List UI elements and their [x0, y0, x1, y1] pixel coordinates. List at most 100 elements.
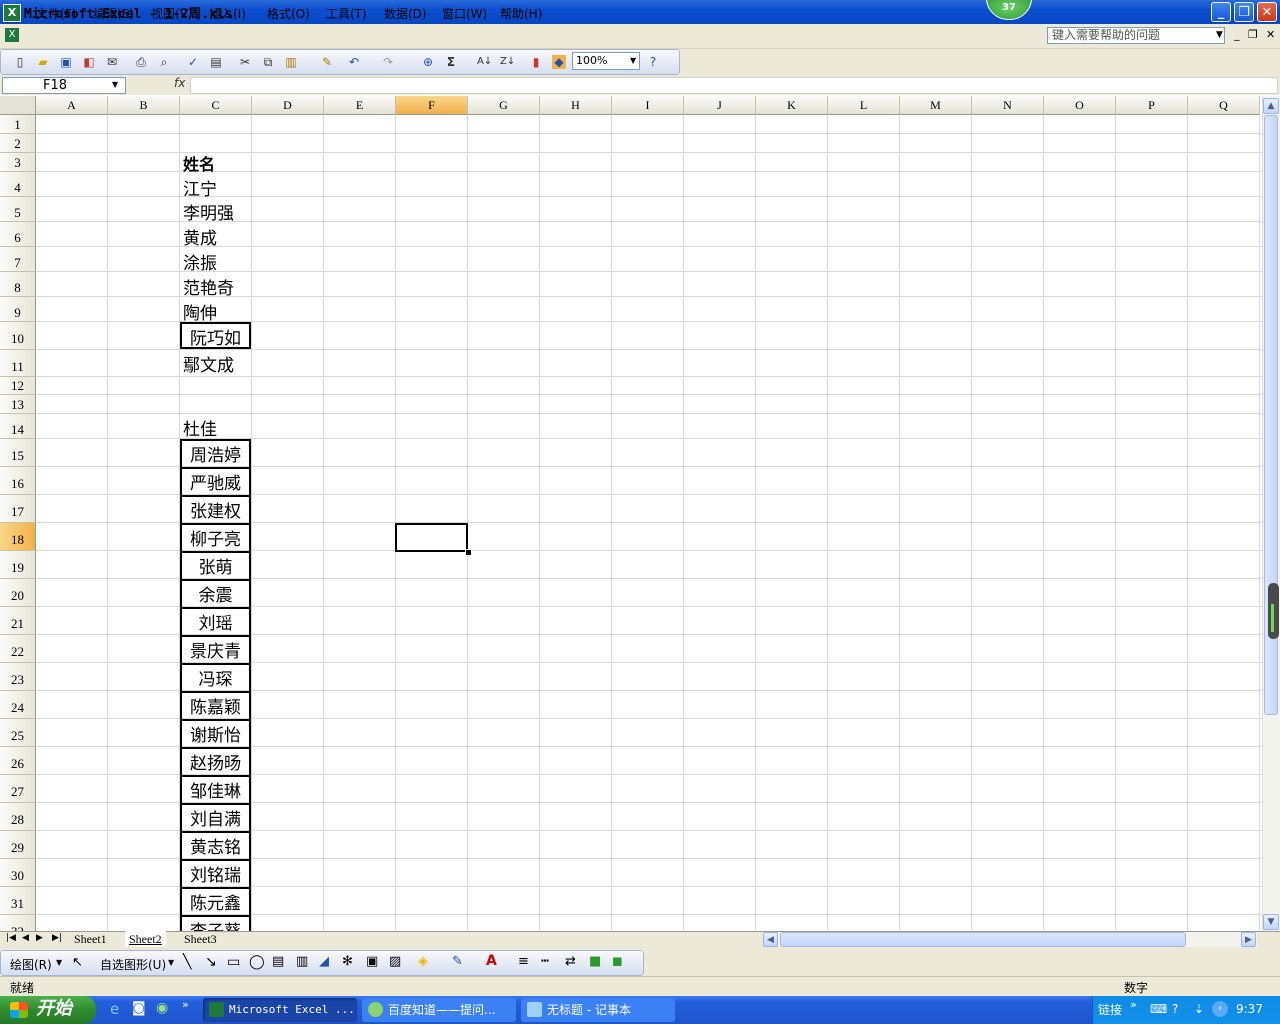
row-header-32[interactable]: 32	[0, 915, 36, 931]
quicklaunch-icon[interactable]: ◙	[132, 1000, 146, 1016]
row-header-28[interactable]: 28	[0, 803, 36, 831]
cell-c11[interactable]: 鄢文成	[180, 351, 251, 373]
cell-c23[interactable]: 冯琛	[180, 663, 251, 693]
row-header-23[interactable]: 23	[0, 663, 36, 691]
row-header-29[interactable]: 29	[0, 831, 36, 859]
drawing-toggle-icon[interactable]: ◆	[552, 55, 566, 69]
column-header-d[interactable]: D	[252, 96, 324, 115]
zoom-dropdown-icon[interactable]: ▼	[630, 56, 636, 65]
save-icon[interactable]: ▣	[59, 55, 73, 69]
cell-c16[interactable]: 严驰威	[180, 467, 251, 497]
permission-icon[interactable]: ◧	[82, 55, 96, 69]
rectangle-icon[interactable]: ▭	[227, 954, 240, 970]
cell-c28[interactable]: 刘自满	[180, 803, 251, 833]
last-sheet-icon[interactable]: ▶|	[52, 933, 62, 943]
autoshapes-dropdown-icon[interactable]: ▼	[168, 958, 174, 967]
cut-icon[interactable]: ✂	[238, 55, 252, 69]
draw-dropdown-icon[interactable]: ▼	[56, 958, 62, 967]
row-header-31[interactable]: 31	[0, 887, 36, 915]
line-color-icon[interactable]: ✎	[452, 954, 463, 969]
wordart-icon[interactable]: ◢	[319, 954, 329, 969]
column-header-a[interactable]: A	[36, 96, 108, 115]
menu-insert[interactable]: 插入(I)	[209, 5, 246, 22]
copy-icon[interactable]: ⧉	[261, 55, 275, 69]
doc-restore-button[interactable]: ❐	[1248, 28, 1258, 41]
cell-c8[interactable]: 范艳奇	[180, 274, 251, 296]
oval-icon[interactable]: ◯	[249, 954, 265, 970]
worksheet-grid[interactable]: ABCDEFGHIJKLMNOPQ 1 2 3 4 5 6 7 8 9 10 11 12 13 14 15 1…	[0, 96, 1262, 931]
workbook-icon[interactable]: X	[5, 28, 19, 42]
cell-c19[interactable]: 张萌	[180, 551, 251, 581]
chart-wizard-icon[interactable]: ▮	[529, 55, 543, 69]
doc-close-button[interactable]: ✕	[1266, 28, 1275, 41]
first-sheet-icon[interactable]: |◀	[6, 933, 16, 943]
cell-c10[interactable]: 阮巧如	[180, 322, 251, 349]
fill-color-icon[interactable]: ◈	[418, 954, 428, 969]
row-header-1[interactable]: 1	[0, 115, 36, 134]
arrow-icon[interactable]: ↘	[205, 954, 217, 970]
cell-c22[interactable]: 景庆青	[180, 635, 251, 665]
tray-collapse-icon[interactable]: ‹	[1212, 1001, 1228, 1017]
scroll-left-icon[interactable]: ◀	[763, 932, 778, 947]
help-search-input[interactable]: 键入需要帮助的问题	[1047, 27, 1225, 44]
column-header-p[interactable]: P	[1116, 96, 1188, 115]
row-header-25[interactable]: 25	[0, 719, 36, 747]
cell-c24[interactable]: 陈嘉颖	[180, 691, 251, 721]
format-painter-icon[interactable]: ✎	[320, 55, 334, 69]
more-quicklaunch-icon[interactable]: »	[182, 998, 189, 1011]
menu-format[interactable]: 格式(O)	[267, 5, 310, 22]
line-style-icon[interactable]: ≡	[518, 954, 529, 969]
formula-input[interactable]	[190, 77, 1278, 94]
menu-window[interactable]: 窗口(W)	[442, 5, 487, 22]
open-icon[interactable]: ▰	[36, 55, 50, 69]
email-icon[interactable]: ✉	[105, 55, 119, 69]
excel-app-icon[interactable]: X	[3, 4, 21, 22]
column-header-o[interactable]: O	[1044, 96, 1116, 115]
name-box-dropdown-icon[interactable]: ▼	[112, 80, 118, 89]
sheet-tab-sheet3[interactable]: Sheet3	[180, 931, 221, 947]
cell-c15[interactable]: 周浩婷	[180, 439, 251, 469]
cell-c6[interactable]: 黄成	[180, 224, 251, 246]
row-header-2[interactable]: 2	[0, 134, 36, 153]
clipart-icon[interactable]: ▣	[366, 954, 378, 969]
menu-view[interactable]: 视图(V)	[151, 5, 193, 22]
row-header-4[interactable]: 4	[0, 172, 36, 197]
draw-menu-button[interactable]: 绘图(R)	[10, 956, 52, 973]
autoshapes-button[interactable]: 自选图形(U)	[100, 956, 166, 973]
ie-icon[interactable]: e	[110, 1000, 119, 1018]
cell-c31[interactable]: 陈元鑫	[180, 887, 251, 917]
cell-c27[interactable]: 邹佳琳	[180, 775, 251, 805]
menu-tools[interactable]: 工具(T)	[326, 5, 367, 22]
column-header-i[interactable]: I	[612, 96, 684, 115]
row-header-3[interactable]: 3	[0, 153, 36, 172]
task-excel[interactable]: Microsoft Excel ...	[203, 998, 357, 1022]
column-header-e[interactable]: E	[324, 96, 396, 115]
cell-c14[interactable]: 杜佳	[180, 415, 251, 437]
print-icon[interactable]: ⎙	[134, 55, 148, 69]
dash-style-icon[interactable]: ┅	[541, 954, 549, 969]
sort-descending-icon[interactable]: Z↓	[500, 55, 515, 69]
row-header-20[interactable]: 20	[0, 579, 36, 607]
horizontal-scroll-thumb[interactable]	[780, 932, 1186, 947]
cell-c32[interactable]: 李子葵	[180, 915, 251, 931]
sheet-tab-sheet1[interactable]: Sheet1	[70, 931, 111, 947]
undo-icon[interactable]: ↶	[347, 55, 361, 69]
row-header-26[interactable]: 26	[0, 747, 36, 775]
textbox-icon[interactable]: ▤	[272, 954, 284, 969]
spelling-icon[interactable]: ✓	[186, 55, 200, 69]
column-header-g[interactable]: G	[468, 96, 540, 115]
cell-c18[interactable]: 柳子亮	[180, 523, 251, 553]
column-header-q[interactable]: Q	[1188, 96, 1260, 115]
arrow-style-icon[interactable]: ⇄	[565, 954, 576, 969]
cell-c26[interactable]: 赵扬旸	[180, 747, 251, 777]
paste-icon[interactable]: ▥	[284, 55, 298, 69]
diagram-icon[interactable]: ✻	[342, 954, 353, 969]
restore-button[interactable]: ❐	[1234, 2, 1254, 22]
row-header-13[interactable]: 13	[0, 395, 36, 414]
help-tray-icon[interactable]: ?	[1172, 1002, 1178, 1016]
row-header-15[interactable]: 15	[0, 439, 36, 467]
row-header-22[interactable]: 22	[0, 635, 36, 663]
cell-c21[interactable]: 刘瑶	[180, 607, 251, 637]
cell-c3[interactable]: 姓名	[180, 151, 251, 173]
scroll-right-icon[interactable]: ▶	[1241, 932, 1256, 947]
